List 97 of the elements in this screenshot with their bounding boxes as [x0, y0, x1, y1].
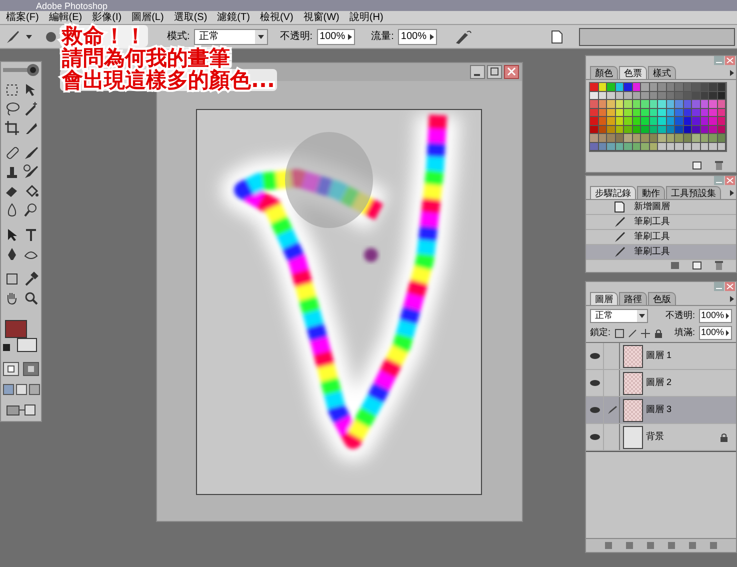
- lock-label: 鎖定:: [590, 326, 611, 340]
- window-title: Adobe Photoshop: [36, 1, 108, 11]
- panel-menu-icon[interactable]: [728, 189, 736, 197]
- close-icon[interactable]: [504, 65, 519, 79]
- brush-icon: [614, 246, 626, 258]
- eye-icon[interactable]: [590, 353, 600, 359]
- panel-tab[interactable]: 樣式: [648, 66, 676, 79]
- panel-tab[interactable]: 步驟記錄: [590, 186, 636, 199]
- menu-item[interactable]: 圖層(L): [130, 12, 166, 24]
- marquee-icon[interactable]: [4, 82, 20, 98]
- dropdown-caret-icon: [637, 310, 647, 322]
- history-item[interactable]: 筆刷工具: [586, 215, 736, 230]
- layer-thumbnail: [623, 398, 643, 422]
- menu-item[interactable]: 濾鏡(T): [215, 12, 252, 24]
- dodge-icon[interactable]: [22, 202, 38, 218]
- color-swatch-grid[interactable]: [589, 82, 727, 152]
- new-document-icon[interactable]: [692, 261, 702, 270]
- opacity-field[interactable]: 100%: [698, 309, 732, 323]
- lock-transparency-icon[interactable]: [614, 328, 624, 338]
- brush-icon: [614, 231, 626, 243]
- foreground-color-swatch[interactable]: [5, 320, 27, 338]
- history-brush-icon[interactable]: [22, 164, 38, 180]
- layer-name[interactable]: 圖層 2: [646, 376, 736, 390]
- lock-move-icon[interactable]: [640, 328, 650, 338]
- flow-label: 流量:: [371, 30, 394, 44]
- layer-thumbnail: [623, 426, 643, 448]
- menu-item[interactable]: 編輯(E): [46, 12, 84, 24]
- eye-icon[interactable]: [590, 434, 600, 440]
- layer-row[interactable]: 圖層 1: [586, 343, 736, 370]
- panel-tab[interactable]: 顏色: [590, 66, 618, 79]
- fill-label: 填滿:: [674, 326, 695, 340]
- background-color-swatch[interactable]: [17, 338, 37, 352]
- layer-name[interactable]: 圖層 3: [646, 403, 736, 417]
- mode-label: 模式:: [167, 30, 190, 44]
- brush-icon[interactable]: [4, 28, 22, 44]
- panel-tab[interactable]: 工具預設集: [666, 186, 721, 199]
- document-icon[interactable]: [551, 30, 563, 44]
- panel-tab[interactable]: 路徑: [619, 292, 647, 305]
- menu-item[interactable]: 影像(I): [90, 12, 124, 24]
- opacity-label: 不透明:: [280, 30, 313, 44]
- paint-dot-drawing: [364, 248, 378, 262]
- standard-mode-icon[interactable]: [3, 362, 19, 376]
- layer-name[interactable]: 圖層 1: [646, 349, 736, 363]
- menu-item[interactable]: 說明(H): [347, 12, 386, 24]
- new-swatch-icon[interactable]: [692, 161, 702, 170]
- dropdown-caret-icon: [254, 30, 267, 44]
- panel-menu-icon[interactable]: [728, 295, 736, 303]
- history-item[interactable]: 新增圖層: [586, 200, 736, 215]
- default-colors-icon[interactable]: [3, 344, 10, 351]
- quick-mask-icon[interactable]: [23, 362, 39, 376]
- wand-icon[interactable]: [22, 101, 38, 117]
- panel-tab[interactable]: 色票: [619, 66, 647, 79]
- annotation-text: 請問為何我的畫筆: [60, 47, 232, 69]
- menu-item[interactable]: 視窗(W): [301, 12, 342, 24]
- menu-item[interactable]: 檢視(V): [258, 12, 296, 24]
- brush-icon[interactable]: [22, 145, 38, 161]
- layer-thumbnail: [623, 372, 643, 394]
- minimize-icon[interactable]: [470, 65, 485, 79]
- brush-icon: [614, 216, 626, 228]
- window-mode-icon[interactable]: [2, 384, 14, 395]
- mode-select[interactable]: 正常: [194, 28, 268, 44]
- bandage-icon[interactable]: [4, 145, 20, 161]
- panel-tab[interactable]: 圖層: [590, 292, 618, 305]
- history-item[interactable]: 筆刷工具: [586, 245, 736, 260]
- panel-menu-icon[interactable]: [728, 69, 736, 77]
- layer-row[interactable]: 圖層 3: [586, 397, 736, 424]
- brush-preset-icon[interactable]: [44, 30, 58, 44]
- eye-icon[interactable]: [590, 380, 600, 386]
- annotation-text: 會出現這樣多的顏色...: [60, 69, 277, 91]
- layer-row[interactable]: 背景: [586, 424, 736, 451]
- caret-icon[interactable]: [26, 34, 32, 38]
- lock-icon[interactable]: [654, 328, 663, 338]
- menu-item[interactable]: 選取(S): [172, 12, 210, 24]
- opacity-field[interactable]: 100%: [316, 28, 356, 44]
- opacity-label: 不透明:: [665, 309, 695, 322]
- maximize-icon[interactable]: [487, 65, 502, 79]
- annotation-text: 救命！！: [60, 25, 148, 47]
- window-mode-icon[interactable]: [16, 384, 26, 395]
- lock-paint-icon[interactable]: [628, 328, 637, 338]
- window-mode-icon[interactable]: [28, 384, 40, 395]
- brush-icon: [606, 405, 616, 415]
- fill-field[interactable]: 100%: [698, 326, 732, 340]
- notes-icon[interactable]: [4, 271, 20, 287]
- eyedropper-icon[interactable]: [22, 271, 38, 287]
- flow-field[interactable]: 100%: [398, 28, 436, 44]
- jump-to-app-icon[interactable]: [5, 403, 37, 417]
- panel-tab[interactable]: 動作: [637, 186, 665, 199]
- blend-mode-select[interactable]: 正常: [590, 309, 648, 323]
- layer-thumbnail: [623, 344, 643, 368]
- zoom-icon[interactable]: [22, 290, 38, 306]
- layer-name[interactable]: 背景: [646, 430, 720, 444]
- panel-tab[interactable]: 色版: [648, 292, 676, 305]
- crop-icon[interactable]: [4, 120, 20, 136]
- snapshot-icon[interactable]: [670, 261, 680, 270]
- lasso-icon[interactable]: [4, 101, 20, 117]
- menu-item[interactable]: 檔案(F): [4, 12, 41, 24]
- eye-icon[interactable]: [590, 407, 600, 413]
